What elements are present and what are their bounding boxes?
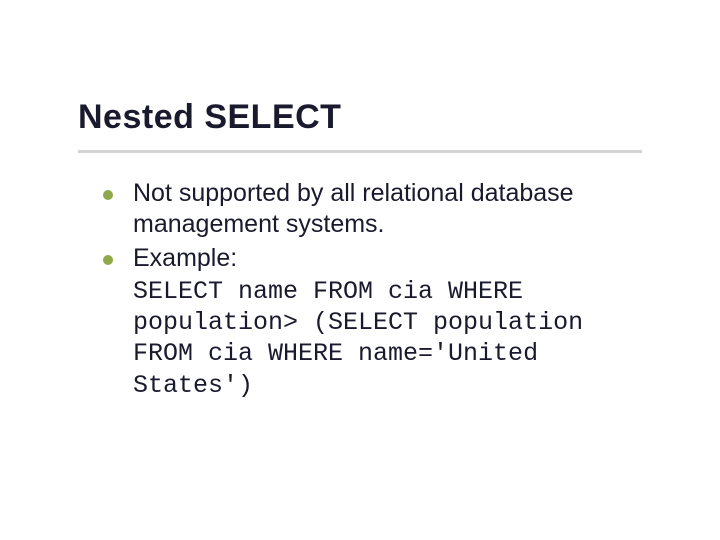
bullet-text: Not supported by all relational database… [133,178,643,241]
slide: Nested SELECT Not supported by all relat… [0,0,720,540]
slide-content: Not supported by all relational database… [103,178,643,401]
bullet-icon [103,190,113,200]
bullet-text: Example: [133,243,237,274]
slide-title: Nested SELECT [78,98,341,137]
bullet-item: Example: [103,243,643,274]
bullet-item: Not supported by all relational database… [103,178,643,241]
bullet-icon [103,255,113,265]
code-example: SELECT name FROM cia WHERE population> (… [133,276,643,401]
title-underline [78,150,642,153]
